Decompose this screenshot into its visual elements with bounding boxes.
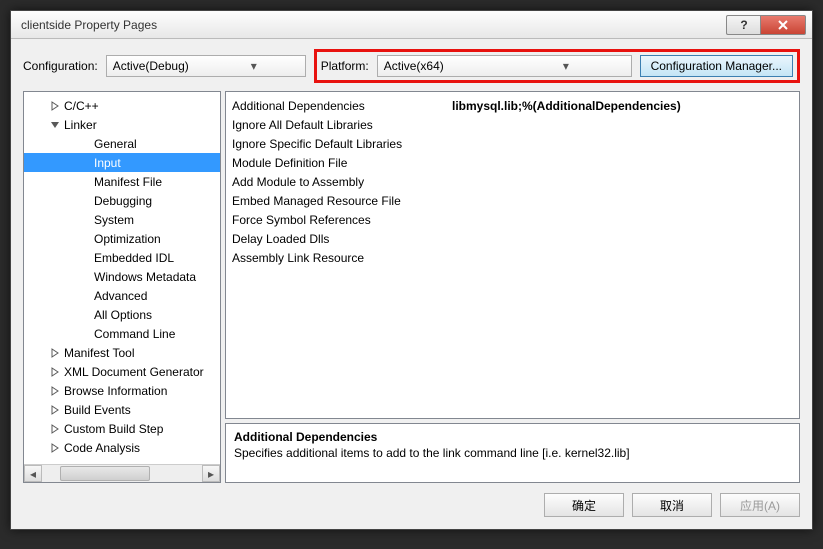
tree-item-label: C/C++ [64,99,99,113]
tree[interactable]: C/C++ Linker General Input Manifest File Debu… [24,92,220,464]
tree-item-label: Browse Information [64,384,167,398]
scroll-track[interactable] [42,465,202,482]
cancel-button[interactable]: 取消 [632,493,712,517]
tree-item-xml-document-generator[interactable]: XML Document Generator [24,362,220,381]
tree-item-embedded-idl[interactable]: Embedded IDL [24,248,220,267]
tree-item-code-analysis[interactable]: Code Analysis [24,438,220,457]
tree-item-label: Build Events [64,403,131,417]
description-panel: Additional Dependencies Specifies additi… [225,423,800,483]
property-grid[interactable]: Additional Dependencieslibmysql.lib;%(Ad… [225,91,800,419]
platform-combo[interactable]: Active(x64) ▾ [377,55,632,77]
tree-item-label: Command Line [94,327,175,341]
property-row[interactable]: Module Definition File [232,153,793,172]
property-key: Additional Dependencies [232,99,452,113]
top-row: Configuration: Active(Debug) ▾ Platform:… [23,49,800,83]
tree-item-general[interactable]: General [24,134,220,153]
tree-expander-icon[interactable] [48,386,62,396]
property-row[interactable]: Ignore Specific Default Libraries [232,134,793,153]
ok-button[interactable]: 确定 [544,493,624,517]
tree-item-label: Windows Metadata [94,270,196,284]
tree-item-linker[interactable]: Linker [24,115,220,134]
property-row[interactable]: Add Module to Assembly [232,172,793,191]
tree-expander-icon[interactable] [48,120,62,130]
property-row[interactable]: Embed Managed Resource File [232,191,793,210]
titlebar[interactable]: clientside Property Pages ? [11,11,812,39]
tree-item-optimization[interactable]: Optimization [24,229,220,248]
scroll-right-button[interactable]: ▸ [202,465,220,482]
property-key: Ignore All Default Libraries [232,118,452,132]
platform-highlight: Platform: Active(x64) ▾ Configuration Ma… [314,49,800,83]
property-key: Delay Loaded Dlls [232,232,452,246]
configuration-label: Configuration: [23,59,98,73]
tree-item-windows-metadata[interactable]: Windows Metadata [24,267,220,286]
tree-expander-icon[interactable] [48,405,62,415]
configuration-combo[interactable]: Active(Debug) ▾ [106,55,306,77]
tree-item-label: Advanced [94,289,147,303]
tree-item-input[interactable]: Input [24,153,220,172]
tree-item-label: Optimization [94,232,161,246]
tree-expander-icon[interactable] [48,443,62,453]
tree-item-label: Linker [64,118,97,132]
tree-item-label: Manifest File [94,175,162,189]
tree-item-label: XML Document Generator [64,365,204,379]
tree-item-manifest-file[interactable]: Manifest File [24,172,220,191]
dialog-button-row: 确定 取消 应用(A) [23,493,800,517]
property-row[interactable]: Additional Dependencieslibmysql.lib;%(Ad… [232,96,793,115]
tree-item-label: Manifest Tool [64,346,134,360]
tree-item-custom-build-step[interactable]: Custom Build Step [24,419,220,438]
tree-expander-icon[interactable] [48,367,62,377]
tree-panel: C/C++ Linker General Input Manifest File Debu… [23,91,221,483]
tree-item-system[interactable]: System [24,210,220,229]
property-value[interactable]: libmysql.lib;%(AdditionalDependencies) [452,99,793,113]
tree-item-manifest-tool[interactable]: Manifest Tool [24,343,220,362]
tree-item-label: Embedded IDL [94,251,174,265]
scroll-thumb[interactable] [60,466,150,481]
property-row[interactable]: Delay Loaded Dlls [232,229,793,248]
property-key: Embed Managed Resource File [232,194,452,208]
tree-item-all-options[interactable]: All Options [24,305,220,324]
tree-item-advanced[interactable]: Advanced [24,286,220,305]
platform-label: Platform: [321,59,369,73]
horizontal-scrollbar[interactable]: ◂ ▸ [24,464,220,482]
apply-button[interactable]: 应用(A) [720,493,800,517]
window-title: clientside Property Pages [17,18,726,32]
chevron-down-icon: ▾ [207,59,301,73]
configuration-manager-button[interactable]: Configuration Manager... [640,55,793,77]
tree-expander-icon[interactable] [48,101,62,111]
description-text: Specifies additional items to add to the… [234,446,791,460]
tree-item-label: General [94,137,137,151]
tree-item-label: Debugging [94,194,152,208]
property-key: Ignore Specific Default Libraries [232,137,452,151]
svg-text:?: ? [740,19,747,31]
tree-item-label: Input [94,156,121,170]
property-key: Add Module to Assembly [232,175,452,189]
tree-item-c-c-[interactable]: C/C++ [24,96,220,115]
property-key: Assembly Link Resource [232,251,452,265]
tree-item-label: All Options [94,308,152,322]
tree-item-command-line[interactable]: Command Line [24,324,220,343]
tree-item-debugging[interactable]: Debugging [24,191,220,210]
tree-expander-icon[interactable] [48,424,62,434]
property-row[interactable]: Assembly Link Resource [232,248,793,267]
help-button[interactable]: ? [726,15,760,35]
property-key: Module Definition File [232,156,452,170]
configuration-value: Active(Debug) [113,59,207,73]
tree-item-label: Code Analysis [64,441,140,455]
close-button[interactable] [760,15,806,35]
tree-item-build-events[interactable]: Build Events [24,400,220,419]
tree-item-label: Custom Build Step [64,422,163,436]
platform-value: Active(x64) [384,59,505,73]
tree-item-browse-information[interactable]: Browse Information [24,381,220,400]
tree-expander-icon[interactable] [48,348,62,358]
scroll-left-button[interactable]: ◂ [24,465,42,482]
description-title: Additional Dependencies [234,430,791,444]
chevron-down-icon: ▾ [505,59,626,73]
tree-item-label: System [94,213,134,227]
property-key: Force Symbol References [232,213,452,227]
property-row[interactable]: Force Symbol References [232,210,793,229]
property-pages-dialog: clientside Property Pages ? Configuratio… [10,10,813,530]
property-row[interactable]: Ignore All Default Libraries [232,115,793,134]
